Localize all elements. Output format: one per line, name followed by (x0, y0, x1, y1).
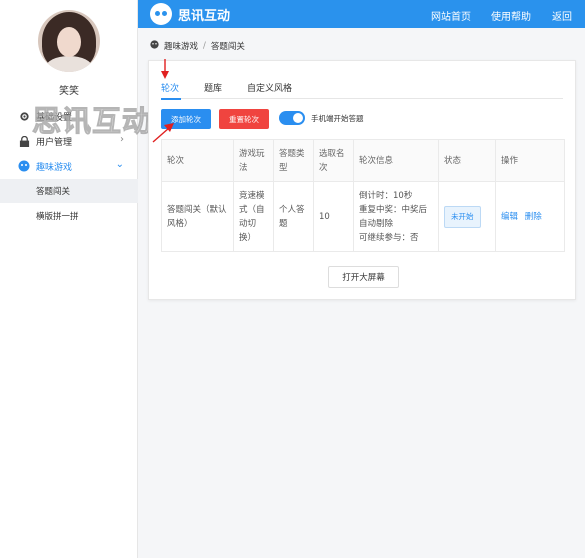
nav-back-link[interactable]: 返回 (552, 8, 572, 23)
cell-type: 个人答题 (273, 181, 314, 252)
open-big-screen-button[interactable]: 打开大屏幕 (328, 266, 399, 288)
nav-help-link[interactable]: 使用帮助 (491, 8, 531, 23)
col-header-info: 轮次信息 (353, 139, 439, 182)
gear-icon (18, 110, 30, 122)
reset-round-button[interactable]: 重置轮次 (219, 109, 269, 129)
cell-rank: 10 (313, 181, 354, 252)
tab-rounds[interactable]: 轮次 (161, 81, 179, 94)
logo-icon[interactable] (150, 3, 172, 25)
top-header: 思讯互动 网站首页 使用帮助 返回 (138, 0, 585, 28)
tab-custom-style[interactable]: 自定义风格 (247, 81, 292, 94)
annotation-arrow-icon (161, 59, 169, 79)
game-icon (150, 40, 159, 52)
info-repeat-win: 重复中奖：中奖后自动剔除 (359, 204, 428, 229)
info-continue: 可继续参与：否 (359, 232, 419, 243)
sidebar-item-games[interactable]: 趣味游戏 ⌄ (0, 154, 138, 178)
cell-mode: 竞速模式（自动切换） (233, 181, 274, 252)
chevron-down-icon: ⌄ (115, 159, 124, 170)
col-header-round: 轮次 (161, 139, 234, 182)
sidebar: 笑笑 基础设置 用户管理 › 趣味游戏 ⌄ 答题闯关 横版拼一拼 (0, 0, 138, 558)
tab-question-bank[interactable]: 题库 (204, 81, 222, 94)
avatar[interactable] (38, 10, 100, 72)
col-header-rank: 选取名次 (313, 139, 354, 182)
col-header-mode: 游戏玩法 (233, 139, 274, 182)
breadcrumb-separator: / (203, 41, 206, 51)
annotation-arrow-icon (152, 123, 174, 143)
cell-status: 未开始 (438, 181, 496, 252)
username: 笑笑 (59, 86, 79, 97)
edit-link[interactable]: 编辑 (501, 212, 518, 222)
user-lock-icon (18, 135, 30, 147)
breadcrumb: 趣味游戏 / 答题闯关 (150, 40, 245, 52)
sidebar-subitem-puzzle[interactable]: 横版拼一拼 (0, 204, 138, 228)
sidebar-subitem-label: 横版拼一拼 (36, 212, 79, 222)
cell-info: 倒计时：10秒 重复中奖：中奖后自动剔除 可继续参与：否 (353, 181, 439, 252)
cell-ops: 编辑 删除 (495, 181, 565, 252)
status-badge: 未开始 (444, 205, 481, 228)
game-icon (18, 160, 30, 172)
info-countdown: 倒计时：10秒 (359, 190, 413, 201)
nav-home-link[interactable]: 网站首页 (431, 8, 471, 23)
breadcrumb-current: 答题闯关 (210, 42, 245, 52)
mobile-start-toggle[interactable] (279, 111, 305, 125)
breadcrumb-root[interactable]: 趣味游戏 (164, 40, 198, 52)
toggle-label: 手机端开始答题 (311, 114, 364, 123)
sidebar-subitem-label: 答题闯关 (36, 187, 71, 197)
col-header-type: 答题类型 (273, 139, 314, 182)
brand-title: 思讯互动 (178, 9, 231, 24)
tab-active-indicator (161, 98, 181, 100)
delete-link[interactable]: 删除 (525, 212, 542, 222)
tab-bar: 轮次 题库 自定义风格 (161, 79, 563, 100)
table-row: 答题闯关（默认风格） 竞速模式（自动切换） 个人答题 10 倒计时：10秒 重复… (161, 181, 565, 252)
sidebar-subitem-quiz[interactable]: 答题闯关 (0, 179, 138, 203)
col-header-ops: 操作 (495, 139, 565, 182)
sidebar-item-label: 趣味游戏 (36, 162, 73, 173)
rounds-table: 轮次 游戏玩法 答题类型 选取名次 轮次信息 状态 操作 答题闯关（默认风格） … (161, 139, 565, 252)
cell-round: 答题闯关（默认风格） (161, 181, 234, 252)
table-header-row: 轮次 游戏玩法 答题类型 选取名次 轮次信息 状态 操作 (161, 139, 565, 182)
content-card: 轮次 题库 自定义风格 添加轮次 重置轮次 手机端开始答题 轮次 游戏玩法 答题… (148, 60, 576, 300)
watermark: 思讯互动 (31, 104, 153, 139)
col-header-status: 状态 (438, 139, 496, 182)
